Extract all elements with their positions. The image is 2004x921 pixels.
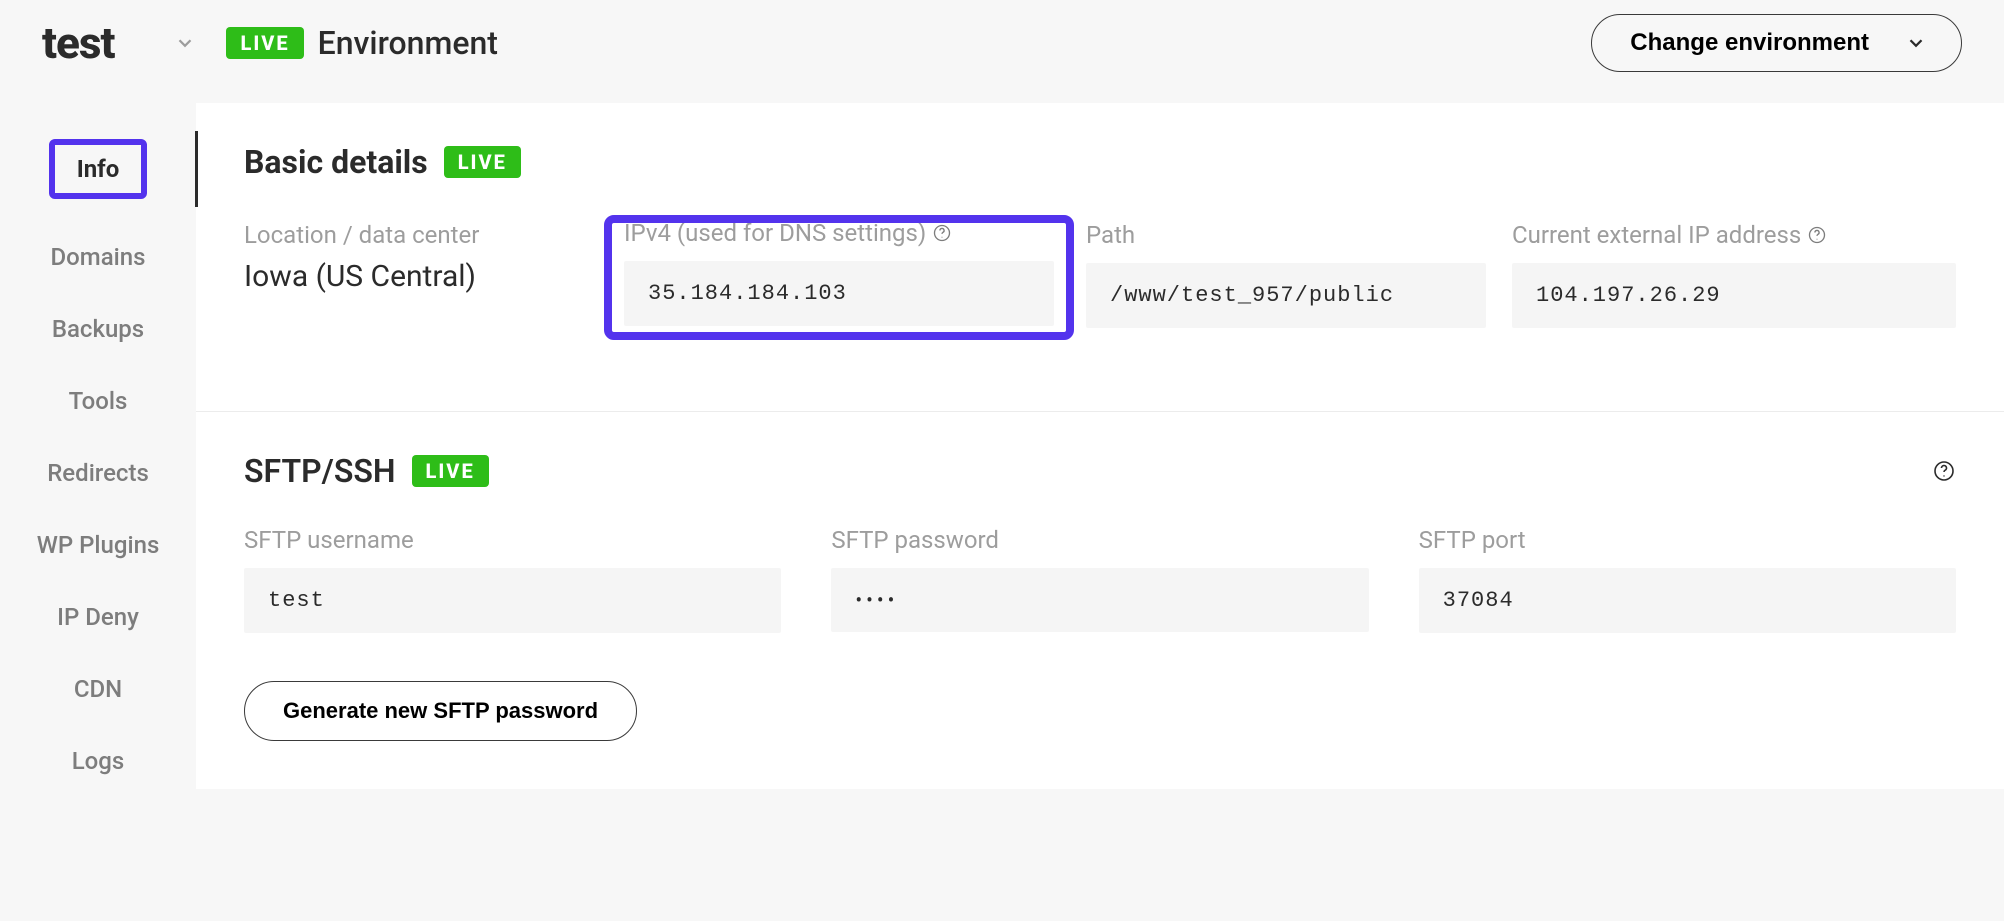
sftp-username-field: SFTP username test [244,526,781,633]
top-bar-left: test LIVE Environment [42,17,498,69]
path-field: Path /www/test_957/public [1086,221,1486,328]
external-ip-label-text: Current external IP address [1512,221,1801,249]
sidebar-item-label: Domains [51,243,146,271]
sftp-port-field: SFTP port 37084 [1419,526,1956,633]
sidebar-item-info[interactable]: Info [0,131,196,207]
ipv4-field: IPv4 (used for DNS settings) 35.184.184.… [630,221,1060,336]
generate-sftp-password-button[interactable]: Generate new SFTP password [244,681,637,741]
sidebar-item-label: WP Plugins [37,531,160,559]
basic-details-section: Basic details LIVE Location / data cente… [196,103,2004,411]
button-label: Generate new SFTP password [283,698,598,724]
external-ip-value[interactable]: 104.197.26.29 [1512,263,1956,328]
active-marker [195,131,198,207]
sidebar-item-domains[interactable]: Domains [0,235,196,279]
sftp-section: SFTP/SSH LIVE SFTP username test SFTP pa… [196,411,2004,789]
live-badge: LIVE [412,455,489,487]
sidebar-item-cdn[interactable]: CDN [0,667,196,711]
change-environment-label: Change environment [1630,29,1869,57]
basic-details-grid: Location / data center Iowa (US Central)… [244,221,1956,336]
help-icon[interactable] [1932,459,1956,483]
path-value[interactable]: /www/test_957/public [1086,263,1486,328]
help-icon[interactable] [1807,225,1827,245]
field-label: Current external IP address [1512,221,1956,249]
sidebar-item-tools[interactable]: Tools [0,379,196,423]
sidebar-item-label: Info [49,139,148,199]
environment-label: Environment [318,24,498,62]
section-header: Basic details LIVE [244,143,1956,181]
section-title: Basic details [244,143,428,181]
sidebar-item-label: IP Deny [57,603,139,631]
sidebar-item-wp-plugins[interactable]: WP Plugins [0,523,196,567]
field-label: IPv4 (used for DNS settings) [624,219,1054,247]
sftp-grid: SFTP username test SFTP password •••• SF… [244,526,1956,633]
sidebar-item-label: Backups [52,315,144,343]
sidebar-item-label: Logs [72,747,125,775]
live-badge: LIVE [444,146,521,178]
location-value: Iowa (US Central) [244,259,604,294]
sftp-username-value[interactable]: test [244,568,781,633]
sidebar-item-label: Redirects [47,459,149,487]
sidebar-item-label: CDN [74,675,122,703]
sidebar-item-logs[interactable]: Logs [0,739,196,783]
environment-indicator: LIVE Environment [226,24,497,62]
main-layout: Info Domains Backups Tools Redirects WP … [0,85,2004,921]
external-ip-field: Current external IP address 104.197.26.2… [1512,221,1956,328]
section-title: SFTP/SSH [244,452,396,490]
location-field: Location / data center Iowa (US Central) [244,221,604,294]
sftp-password-field: SFTP password •••• [831,526,1368,633]
help-icon[interactable] [932,223,952,243]
field-label: Path [1086,221,1486,249]
content: Basic details LIVE Location / data cente… [196,85,2004,789]
site-name: test [42,17,114,69]
sidebar-item-redirects[interactable]: Redirects [0,451,196,495]
sidebar-item-backups[interactable]: Backups [0,307,196,351]
field-label: SFTP username [244,526,781,554]
sidebar: Info Domains Backups Tools Redirects WP … [0,85,196,921]
sftp-port-value[interactable]: 37084 [1419,568,1956,633]
sidebar-item-ip-deny[interactable]: IP Deny [0,595,196,639]
top-bar: test LIVE Environment Change environment [0,0,2004,85]
ipv4-label-text: IPv4 (used for DNS settings) [624,219,926,247]
section-header: SFTP/SSH LIVE [244,452,1956,490]
field-label: Location / data center [244,221,604,249]
sftp-password-value[interactable]: •••• [831,568,1368,632]
field-label: SFTP port [1419,526,1956,554]
field-label: SFTP password [831,526,1368,554]
chevron-down-icon [174,32,196,54]
live-badge: LIVE [226,27,303,59]
sidebar-item-label: Tools [69,387,128,415]
site-selector[interactable]: test [42,17,196,69]
ipv4-value[interactable]: 35.184.184.103 [624,261,1054,326]
ipv4-highlight-box: IPv4 (used for DNS settings) 35.184.184.… [608,219,1070,336]
chevron-down-icon [1905,32,1927,54]
change-environment-button[interactable]: Change environment [1591,14,1962,72]
